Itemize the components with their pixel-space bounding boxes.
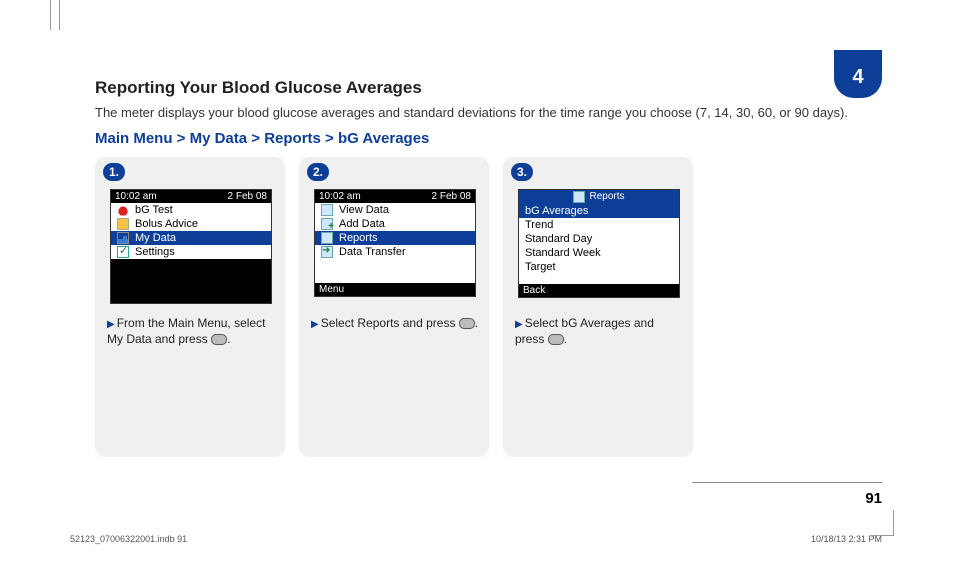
step-badge: 3. [511,163,533,181]
menu-body: View Data Add Data Reports Data Transfer [315,203,475,283]
menu-item-reports[interactable]: Reports [315,231,475,245]
chart-icon [117,232,129,244]
menu-body: bG Test Bolus Advice My Data Settings [111,203,271,303]
title-bar: Reports [519,190,679,204]
status-time: 10:02 am [115,191,157,202]
softkey-bar[interactable]: Back [519,284,679,297]
menu-item-bolus[interactable]: Bolus Advice [111,217,271,231]
menu-label: Bolus Advice [135,218,198,230]
instruction-post: . [475,316,478,330]
device-screen-2: 10:02 am 2 Feb 08 View Data Add Data Rep… [314,189,476,297]
footer-right: 10/18/13 2:31 PM [811,534,882,544]
step-card-3: 3. Reports bG Averages Trend Standard Da… [503,157,693,457]
status-bar: 10:02 am 2 Feb 08 [315,190,475,203]
page-number: 91 [865,490,882,507]
device-screen-1: 10:02 am 2 Feb 08 bG Test Bolus Advice M… [110,189,272,304]
device-screen-3: Reports bG Averages Trend Standard Day S… [518,189,680,298]
status-date: 2 Feb 08 [432,191,471,202]
footer: 52123_07006322001.indb 91 10/18/13 2:31 … [70,534,882,544]
reports-icon [321,232,333,244]
instruction-post: . [564,332,567,346]
menu-label: Standard Day [525,233,592,245]
menu-item-trend[interactable]: Trend [519,218,679,232]
triangle-icon: ▶ [311,319,319,330]
transfer-icon [321,246,333,258]
view-icon [321,204,333,216]
breadcrumb: Main Menu > My Data > Reports > bG Avera… [95,130,885,147]
section-title: Reporting Your Blood Glucose Averages [95,78,885,98]
menu-label: Target [525,261,556,273]
button-icon [548,334,564,345]
menu-label: bG Averages [525,205,588,217]
step-badge: 2. [307,163,329,181]
menu-item-standardweek[interactable]: Standard Week [519,246,679,260]
calculator-icon [117,218,129,230]
menu-item-settings[interactable]: Settings [111,245,271,259]
menu-label: Trend [525,219,553,231]
status-bar: 10:02 am 2 Feb 08 [111,190,271,203]
button-icon [211,334,227,345]
softkey-bar[interactable]: Menu [315,283,475,296]
footer-left: 52123_07006322001.indb 91 [70,534,187,544]
status-date: 2 Feb 08 [228,191,267,202]
menu-item-adddata[interactable]: Add Data [315,217,475,231]
instruction-2: ▶Select Reports and press . [311,315,479,332]
step-badge: 1. [103,163,125,181]
steps-row: 1. 10:02 am 2 Feb 08 bG Test Bolus Advic… [95,157,885,457]
menu-label: bG Test [135,204,173,216]
triangle-icon: ▶ [107,319,115,330]
menu-label: Add Data [339,218,385,230]
section-text: The meter displays your blood glucose av… [95,104,885,122]
page-number-rule [692,482,882,483]
menu-item-bgtest[interactable]: bG Test [111,203,271,217]
instruction-1: ▶From the Main Menu, select My Data and … [107,315,275,348]
menu-item-mydata[interactable]: My Data [111,231,271,245]
menu-label: Settings [135,246,175,258]
title-bar-label: Reports [589,191,624,202]
menu-label: View Data [339,204,389,216]
menu-item-viewdata[interactable]: View Data [315,203,475,217]
menu-label: Standard Week [525,247,601,259]
button-icon [459,318,475,329]
step-card-2: 2. 10:02 am 2 Feb 08 View Data Add Data … [299,157,489,457]
step-card-1: 1. 10:02 am 2 Feb 08 bG Test Bolus Advic… [95,157,285,457]
menu-item-standardday[interactable]: Standard Day [519,232,679,246]
menu-label: Data Transfer [339,246,406,258]
menu-item-bgaverages[interactable]: bG Averages [519,204,679,218]
instruction-post: . [227,332,230,346]
status-time: 10:02 am [319,191,361,202]
add-icon [321,218,333,230]
menu-item-target[interactable]: Target [519,260,679,274]
instruction-text: Select Reports and press [321,316,456,330]
menu-label: Reports [339,232,378,244]
reports-icon [573,191,585,203]
check-icon [117,246,129,258]
crop-mark [873,510,894,536]
instruction-3: ▶Select bG Averages and press . [515,315,683,348]
menu-item-transfer[interactable]: Data Transfer [315,245,475,259]
menu-label: My Data [135,232,176,244]
instruction-text: From the Main Menu, select My Data and p… [107,316,265,347]
drop-icon [117,204,129,216]
main-content: Reporting Your Blood Glucose Averages Th… [95,78,885,457]
menu-body: bG Averages Trend Standard Day Standard … [519,204,679,284]
triangle-icon: ▶ [515,319,523,330]
page-edge-mark [50,0,60,30]
instruction-text: Select bG Averages and press [515,316,654,347]
